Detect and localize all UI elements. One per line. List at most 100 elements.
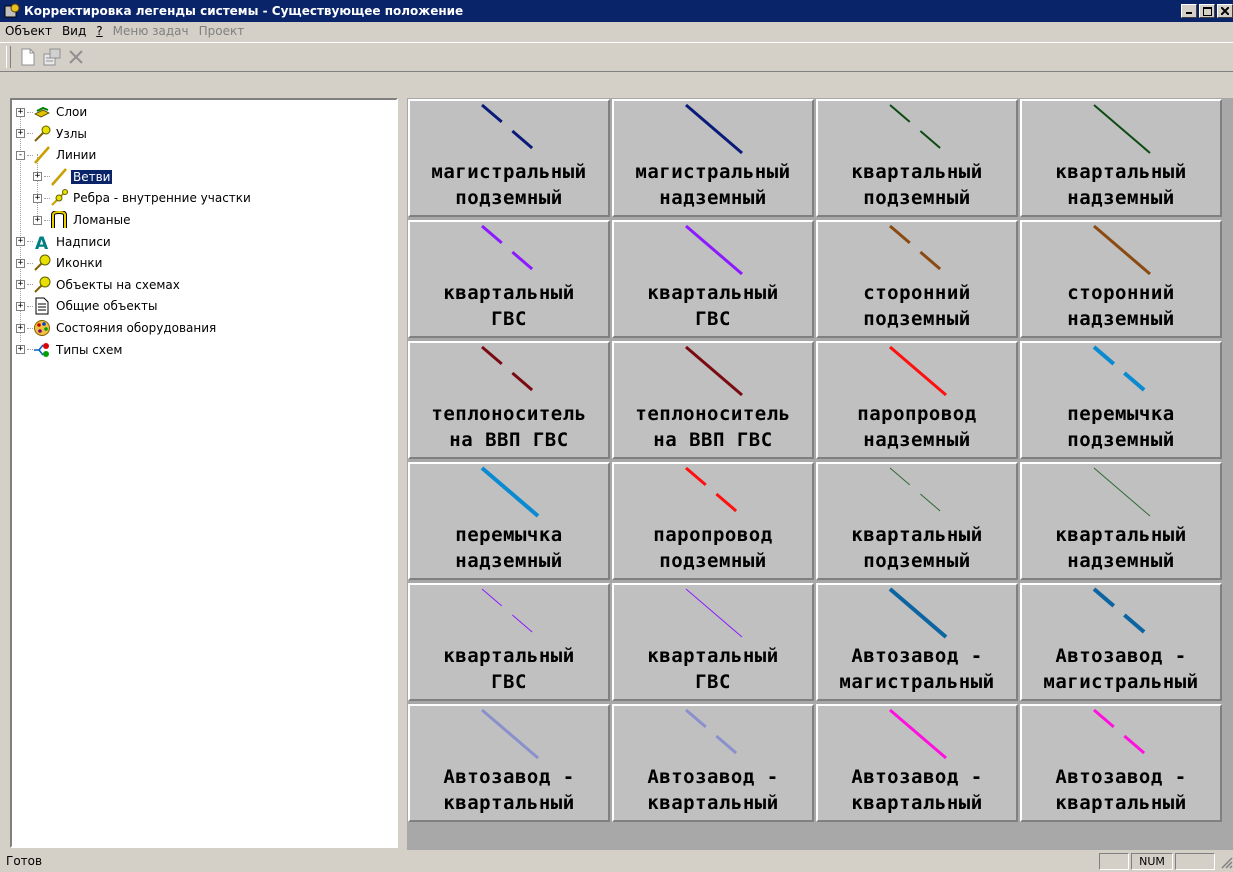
scheme-types-icon: [33, 341, 51, 359]
legend-cell[interactable]: сторонний подземный: [816, 220, 1018, 338]
legend-cell[interactable]: магистральный подземный: [408, 99, 610, 217]
tree-item[interactable]: + Ребра - внутренние участки: [33, 188, 253, 208]
legend-cell[interactable]: квартальный надземный: [1020, 99, 1222, 217]
line-sample-stroke: [481, 345, 539, 397]
branches-icon: [50, 167, 68, 186]
line-sample-stroke: [889, 708, 947, 760]
legend-label-line2: ГВС: [491, 308, 527, 330]
legend-cell[interactable]: квартальный ГВС: [612, 220, 814, 338]
line-sample: [685, 345, 743, 397]
expand-icon[interactable]: +: [16, 107, 25, 117]
legend-label-line2: магистральный: [839, 671, 995, 693]
line-sample: [685, 588, 743, 638]
legend-cell[interactable]: паропровод надземный: [816, 341, 1018, 459]
tree-item[interactable]: - Линии: [16, 145, 98, 165]
title-bar: Корректировка легенды системы - Существу…: [0, 0, 1233, 22]
tree-item[interactable]: + Состояния оборудования: [16, 318, 218, 338]
status-text: Готов: [6, 854, 43, 868]
line-sample: [481, 103, 539, 155]
expand-icon[interactable]: +: [16, 237, 25, 247]
nodes-icon: [33, 125, 51, 143]
minimize-button[interactable]: [1181, 4, 1197, 18]
legend-label-line2: магистральный: [1043, 671, 1199, 693]
tree-item-label: Типы схем: [56, 342, 123, 357]
legend-cell[interactable]: паропровод подземный: [612, 462, 814, 580]
expand-icon[interactable]: +: [16, 323, 25, 333]
legend-label-line1: магистральный: [431, 161, 587, 183]
legend-cell[interactable]: Автозавод - квартальный: [816, 704, 1018, 822]
legend-cell[interactable]: квартальный подземный: [816, 462, 1018, 580]
expand-icon[interactable]: +: [33, 172, 42, 182]
maximize-button[interactable]: [1199, 4, 1215, 18]
tree-item[interactable]: + Общие объекты: [16, 296, 159, 316]
close-button[interactable]: [1217, 4, 1233, 18]
menu-item-4[interactable]: Проект: [194, 24, 250, 38]
maximize-icon: [1202, 6, 1212, 16]
properties-button[interactable]: [41, 46, 63, 68]
tree-item[interactable]: + A Надписи: [16, 232, 113, 252]
legend-cell[interactable]: перемычка подземный: [1020, 341, 1222, 459]
tree-item[interactable]: + Типы схем: [16, 340, 124, 360]
legend-label-line1: квартальный: [647, 645, 779, 667]
delete-button[interactable]: [65, 46, 87, 68]
pane-splitter[interactable]: [400, 94, 406, 850]
legend-cell[interactable]: Автозавод - квартальный: [612, 704, 814, 822]
legend-cell[interactable]: квартальный подземный: [816, 99, 1018, 217]
object-tree[interactable]: + Слои + Узлы - Линии + Ветви + Ребра - внутренни…: [10, 98, 398, 848]
legend-cell[interactable]: квартальный надземный: [1020, 462, 1222, 580]
tree-item[interactable]: + Слои: [16, 102, 89, 122]
tree-item-label: Ломаные: [73, 213, 131, 227]
legend-label-line1: квартальный: [1055, 524, 1187, 546]
legend-label-line1: перемычка: [455, 524, 563, 546]
status-panel-num: NUM: [1131, 852, 1173, 870]
legend-cell[interactable]: теплоноситель на ВВП ГВС: [612, 341, 814, 459]
expand-icon[interactable]: +: [16, 129, 25, 139]
legend-label-line2: надземный: [1067, 308, 1175, 330]
tree-item-label: Слои: [56, 105, 88, 119]
legend-cell[interactable]: Автозавод - магистральный: [1020, 583, 1222, 701]
expand-icon[interactable]: +: [33, 193, 42, 203]
line-sample: [889, 345, 947, 397]
line-sample: [889, 224, 947, 276]
line-sample: [481, 588, 539, 638]
tree-item-label: Общие объекты: [56, 299, 158, 314]
legend-cell[interactable]: Автозавод - квартальный: [1020, 704, 1222, 822]
legend-cell[interactable]: сторонний надземный: [1020, 220, 1222, 338]
resize-grip-icon[interactable]: [1217, 853, 1233, 869]
legend-cell[interactable]: магистральный надземный: [612, 99, 814, 217]
expand-icon[interactable]: +: [16, 280, 25, 290]
scheme-objects-icon: [33, 276, 51, 294]
tree-item[interactable]: + Объекты на схемах: [16, 275, 182, 295]
menu-item-2[interactable]: ?: [91, 24, 107, 38]
line-sample-stroke: [685, 708, 743, 760]
collapse-icon[interactable]: -: [16, 150, 25, 160]
expand-icon[interactable]: +: [16, 301, 25, 311]
icons-icon: [33, 254, 51, 272]
menu-item-3[interactable]: Меню задач: [108, 24, 194, 38]
line-sample-stroke: [1093, 104, 1151, 154]
expand-icon[interactable]: +: [16, 258, 25, 268]
legend-cell[interactable]: квартальный ГВС: [408, 220, 610, 338]
legend-label-line2: надземный: [863, 429, 971, 451]
menu-item-0[interactable]: Объект: [0, 24, 57, 38]
tree-item[interactable]: + Узлы: [16, 124, 89, 144]
tree-item[interactable]: + Ветви: [33, 167, 114, 187]
line-sample-stroke: [685, 588, 743, 638]
tree-item-label: Линии: [56, 148, 97, 163]
minimize-icon: [1186, 12, 1192, 14]
toolbar-grip[interactable]: [6, 46, 11, 68]
line-sample-stroke: [685, 224, 743, 276]
legend-cell[interactable]: перемычка надземный: [408, 462, 610, 580]
legend-label-line2: подземный: [863, 308, 971, 330]
expand-icon[interactable]: +: [16, 345, 25, 355]
menu-item-1[interactable]: Вид: [57, 24, 91, 38]
legend-cell[interactable]: квартальный ГВС: [612, 583, 814, 701]
legend-cell[interactable]: Автозавод - магистральный: [816, 583, 1018, 701]
tree-item[interactable]: + Иконки: [16, 253, 104, 273]
legend-cell[interactable]: квартальный ГВС: [408, 583, 610, 701]
new-button[interactable]: [17, 46, 39, 68]
expand-icon[interactable]: +: [33, 215, 42, 225]
legend-cell[interactable]: теплоноситель на ВВП ГВС: [408, 341, 610, 459]
tree-item[interactable]: + Ломаные: [33, 210, 132, 230]
legend-cell[interactable]: Автозавод - квартальный: [408, 704, 610, 822]
